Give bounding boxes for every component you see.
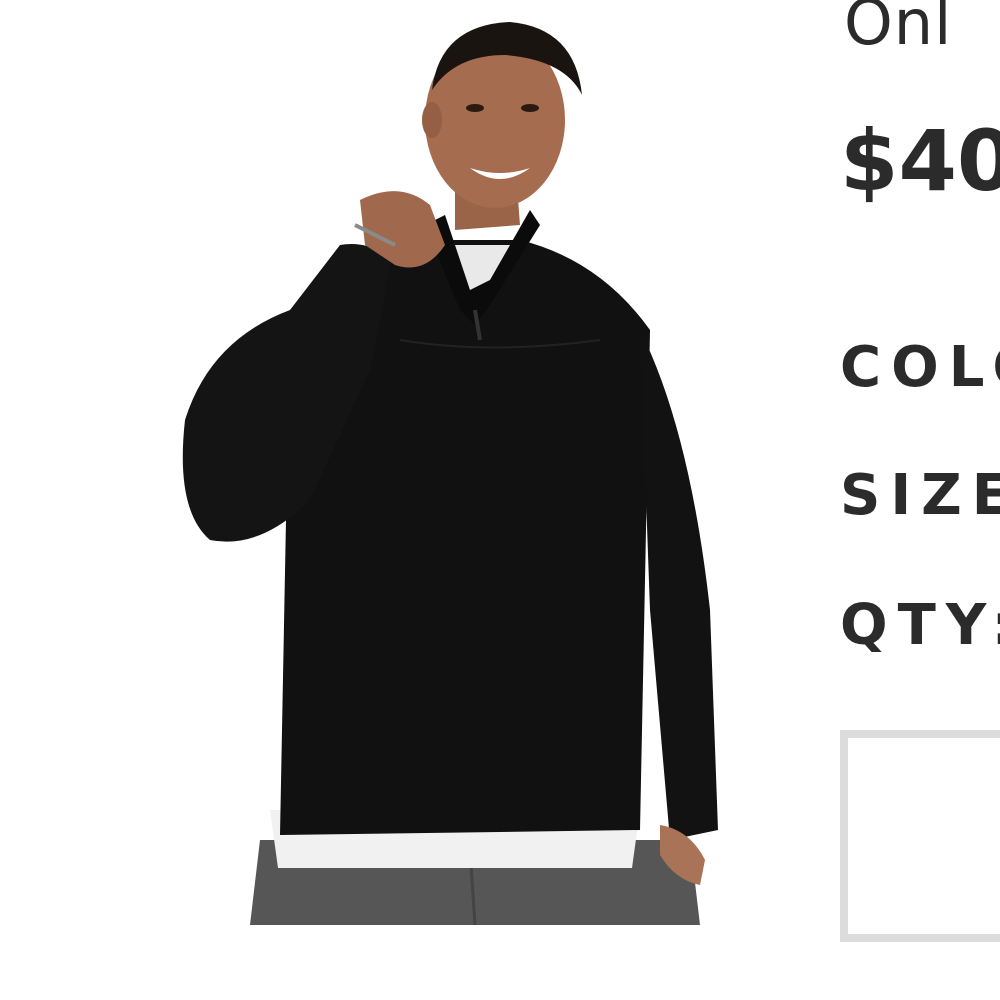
- color-label: COLO: [840, 335, 1000, 400]
- product-brand: Onl: [844, 0, 953, 59]
- product-image: [170, 10, 730, 925]
- qty-label: QTY:: [840, 593, 1000, 658]
- size-label: SIZE: [840, 463, 1000, 528]
- qty-select-box[interactable]: [840, 730, 1000, 942]
- product-price: $40: [840, 112, 1000, 210]
- product-info-panel: Onl $40 COLO SIZE QTY:: [840, 0, 1000, 1000]
